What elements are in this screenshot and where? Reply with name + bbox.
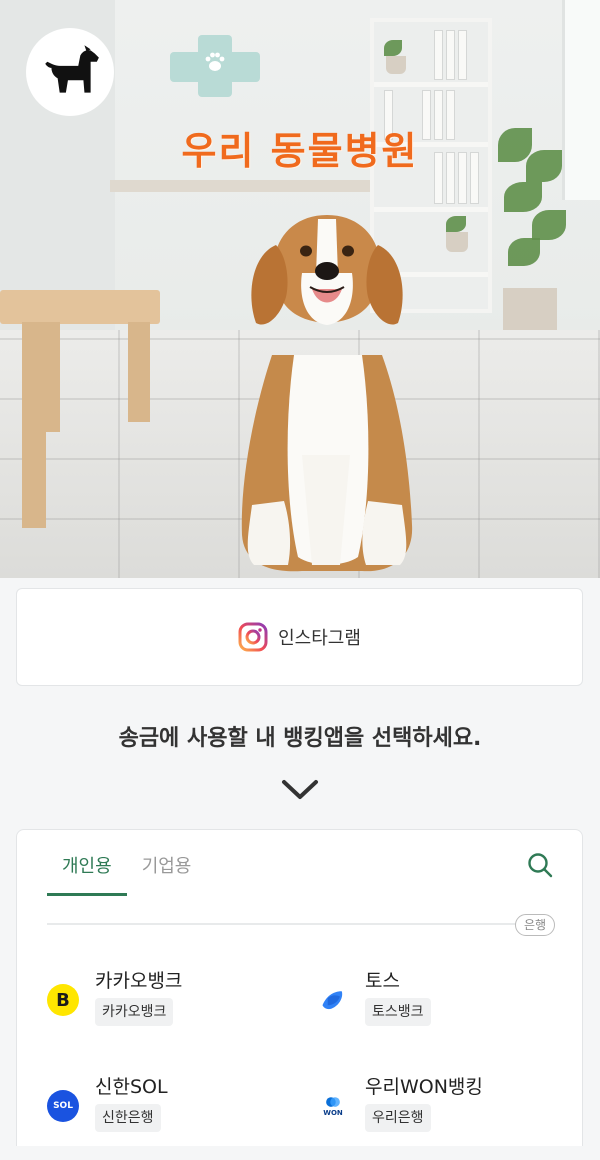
shelf-plant	[446, 216, 466, 232]
bank-tag: 카카오뱅크	[95, 998, 174, 1026]
instagram-label: 인스타그램	[278, 628, 361, 649]
bank-item-toss[interactable]: 토스 토스뱅크	[317, 966, 567, 1036]
account-type-tabs: 개인용 기업용	[47, 830, 206, 896]
hero-banner: 우리 동물병원	[0, 0, 600, 578]
bank-item-woori-won[interactable]: WON 우리WON뱅킹 우리은행	[317, 1072, 567, 1142]
shelf-plant-pot	[446, 232, 468, 252]
floor-plant	[504, 182, 542, 212]
shelf-plant	[384, 40, 402, 56]
tab-personal[interactable]: 개인용	[47, 830, 127, 896]
dog-silhouette-icon	[45, 45, 99, 93]
woori-won-icon: WON	[317, 1090, 349, 1122]
bank-name: 토스	[365, 970, 400, 992]
bank-name: 우리WON뱅킹	[365, 1076, 483, 1098]
tab-divider	[47, 923, 552, 925]
bank-tag: 우리은행	[365, 1104, 431, 1132]
floor-plant	[532, 210, 566, 240]
floor-plant	[508, 238, 540, 266]
instruction-text: 송금에 사용할 내 뱅킹앱을 선택하세요.	[118, 726, 482, 751]
bank-tag: 토스뱅크	[365, 998, 431, 1026]
instagram-icon	[238, 622, 268, 652]
beagle-dog-image	[241, 215, 413, 572]
page-bottom	[0, 1146, 600, 1160]
bank-tag: 신한은행	[95, 1104, 161, 1132]
bench-leg	[22, 322, 46, 528]
bank-app-panel: 개인용 기업용 은행 B 카카오뱅크 카카오뱅크 토스 토스뱅크 SOL 신한S…	[16, 829, 583, 1160]
bench-leg	[128, 322, 150, 422]
kakaobank-icon: B	[47, 984, 79, 1016]
shelf-plant-pot	[386, 56, 406, 74]
bank-name: 신한SOL	[95, 1076, 168, 1098]
bench-leg	[46, 322, 60, 432]
category-chip-bank[interactable]: 은행	[515, 914, 556, 936]
bank-name: 카카오뱅크	[95, 970, 183, 992]
tab-business[interactable]: 기업용	[127, 830, 207, 896]
chevron-down-icon[interactable]	[281, 778, 319, 802]
vet-cross-sign	[170, 35, 260, 97]
instagram-link[interactable]: 인스타그램	[16, 588, 583, 686]
shinhan-logo-text: SOL	[53, 1101, 73, 1111]
bank-item-kakaobank[interactable]: B 카카오뱅크 카카오뱅크	[47, 966, 297, 1036]
woori-logo-text: WON	[323, 1109, 343, 1117]
toss-icon	[317, 984, 349, 1016]
shinhan-sol-icon: SOL	[47, 1090, 79, 1122]
bank-item-shinhan-sol[interactable]: SOL 신한SOL 신한은행	[47, 1072, 297, 1142]
clinic-title: 우리 동물병원	[181, 129, 419, 173]
clinic-logo[interactable]	[26, 28, 114, 116]
kakaobank-logo-text: B	[56, 989, 70, 1011]
reception-counter	[110, 180, 390, 192]
search-icon[interactable]	[527, 852, 553, 878]
wooden-bench	[0, 290, 160, 324]
paw-icon	[205, 52, 225, 71]
